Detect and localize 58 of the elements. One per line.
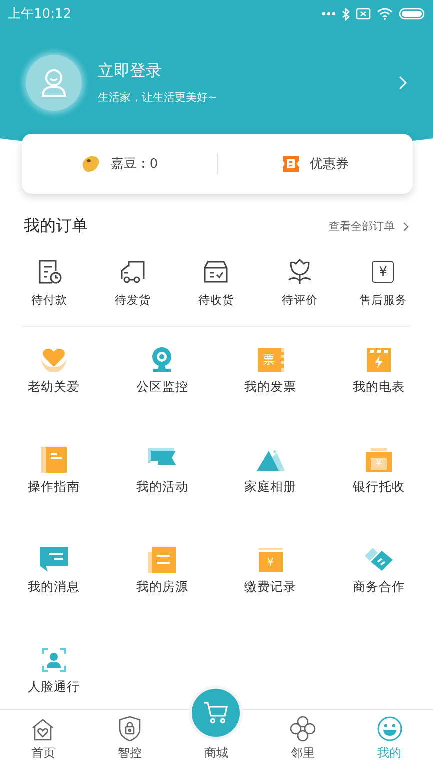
order-status-item[interactable]: 待付款 xyxy=(14,259,85,308)
document-icon xyxy=(148,547,176,573)
order-status-item[interactable]: 待发货 xyxy=(98,259,168,308)
card-icon xyxy=(364,548,393,572)
tab[interactable]: 商城 xyxy=(173,676,260,768)
clover-icon xyxy=(290,716,316,742)
more-dots-icon xyxy=(322,12,336,16)
meter-bolt-icon xyxy=(366,348,391,372)
service-item[interactable]: 人脸通行 xyxy=(28,645,80,696)
status-time: 上午10:12 xyxy=(8,6,72,23)
service-item[interactable]: 我的消息 xyxy=(28,545,80,596)
face-scan-icon xyxy=(42,648,66,672)
view-all-orders-link[interactable]: 查看全部订单 xyxy=(329,219,409,234)
chevron-right-icon[interactable] xyxy=(399,76,407,90)
service-item[interactable]: 老幼关爱 xyxy=(28,345,80,396)
service-item[interactable]: 操作指南 xyxy=(28,445,80,496)
wallet-item[interactable]: 优惠券 xyxy=(218,155,413,173)
service-item[interactable]: 我的活动 xyxy=(136,445,188,496)
chevron-right-icon xyxy=(403,222,409,232)
flower-icon xyxy=(286,259,313,285)
tab[interactable]: 邻里 xyxy=(260,716,346,768)
battery-icon xyxy=(399,8,425,20)
tab[interactable]: 首页 xyxy=(0,718,87,768)
bluetooth-icon xyxy=(342,8,350,20)
book-icon xyxy=(41,447,68,473)
heart-hands-icon xyxy=(40,347,68,373)
service-item[interactable]: 我的房源 xyxy=(136,545,188,596)
service-item[interactable]: ¥ 银行托收 xyxy=(352,445,405,496)
user-icon xyxy=(41,69,67,97)
tab[interactable]: 智控 xyxy=(86,716,174,768)
cart-icon xyxy=(203,701,230,725)
shield-lock-icon xyxy=(118,716,141,742)
refund-icon: ¥ xyxy=(372,261,394,283)
service-item[interactable]: 公区监控 xyxy=(136,345,188,396)
service-item[interactable]: 家庭相册 xyxy=(244,445,297,496)
section-title: 我的订单 xyxy=(24,216,88,237)
order-status-item[interactable]: 待收货 xyxy=(181,259,252,308)
coupon-icon xyxy=(282,155,300,173)
bean-icon xyxy=(80,155,101,173)
service-item[interactable]: 商务合作 xyxy=(352,545,405,596)
order-status-item[interactable]: 待评价 xyxy=(264,259,335,308)
truck-icon xyxy=(119,259,148,285)
bill-clock-icon xyxy=(36,259,63,285)
sim-icon xyxy=(356,8,371,20)
mountain-icon xyxy=(256,449,285,471)
invoice-icon: 票 xyxy=(258,348,284,372)
service-item[interactable]: 我的电表 xyxy=(352,345,405,396)
service-item[interactable]: ¥ 缴费记录 xyxy=(244,545,297,596)
service-item[interactable]: 票 我的发票 xyxy=(244,345,297,396)
profile-slogan: 生活家，让生活更美好~ xyxy=(98,90,218,105)
wifi-icon xyxy=(377,8,393,20)
box-check-icon xyxy=(203,259,230,285)
order-status-item[interactable]: ¥ 售后服务 xyxy=(348,259,418,308)
house-heart-icon xyxy=(31,718,56,742)
webcam-icon xyxy=(150,347,174,373)
wallet-item[interactable]: 嘉豆：0 xyxy=(22,155,217,173)
smiley-icon xyxy=(376,716,403,742)
message-icon xyxy=(40,547,68,573)
